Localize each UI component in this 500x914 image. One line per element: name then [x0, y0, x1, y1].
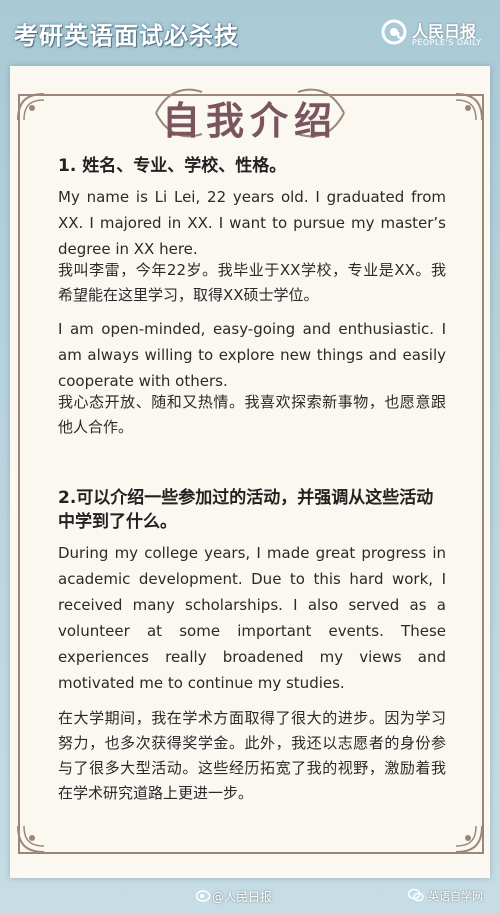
- peoples-daily-logo: 人民日报 PEOPLE'S DAILY: [380, 16, 492, 52]
- section-1-heading: 1. 姓名、专业、学校、性格。: [58, 156, 287, 176]
- section-1-paragraph-2-english: I am open-minded, easy-going and enthusi…: [58, 320, 446, 390]
- weibo-icon: [196, 890, 211, 902]
- banner-title: 自我介绍: [161, 99, 338, 143]
- header: 考研英语面试必杀技 人民日报 PEOPLE'S DAILY: [0, 0, 500, 62]
- corner-ornament-icon: [455, 93, 483, 121]
- section-2-heading: 2.可以介绍一些参加过的活动，并强调从这些活动中学到了什么。: [58, 488, 434, 532]
- at-sign-icon: [381, 19, 407, 45]
- watermark-right: 英语自学网: [428, 890, 483, 903]
- corner-ornament-icon: [455, 825, 483, 853]
- logo-english-text: PEOPLE'S DAILY: [412, 38, 482, 47]
- section-banner: 自我介绍: [150, 82, 350, 144]
- footer: @人民日报 英语自学网: [0, 882, 500, 914]
- section-2-paragraph-1-chinese: 在大学期间，我在学术方面取得了很大的进步。因为学习努力，也多次获得奖学金。此外，…: [58, 709, 446, 802]
- section-1-paragraph-1-english: My name is Li Lei, 22 years old. I gradu…: [58, 188, 446, 258]
- section-1-paragraph-2-chinese: 我心态开放、随和又热情。我喜欢探索新事物，也愿意跟他人合作。: [58, 393, 446, 436]
- section-1-paragraph-1-chinese: 我叫李雷，今年22岁。我毕业于XX学校，专业是XX。我希望能在这里学习，取得XX…: [58, 261, 446, 304]
- wechat-icon: [408, 888, 424, 902]
- corner-ornament-icon: [17, 825, 45, 853]
- corner-ornament-icon: [17, 93, 45, 121]
- poster-title: 考研英语面试必杀技: [14, 22, 239, 50]
- watermark-left: @人民日报: [212, 890, 273, 904]
- section-2-paragraph-1-english: During my college years, I made great pr…: [58, 544, 446, 692]
